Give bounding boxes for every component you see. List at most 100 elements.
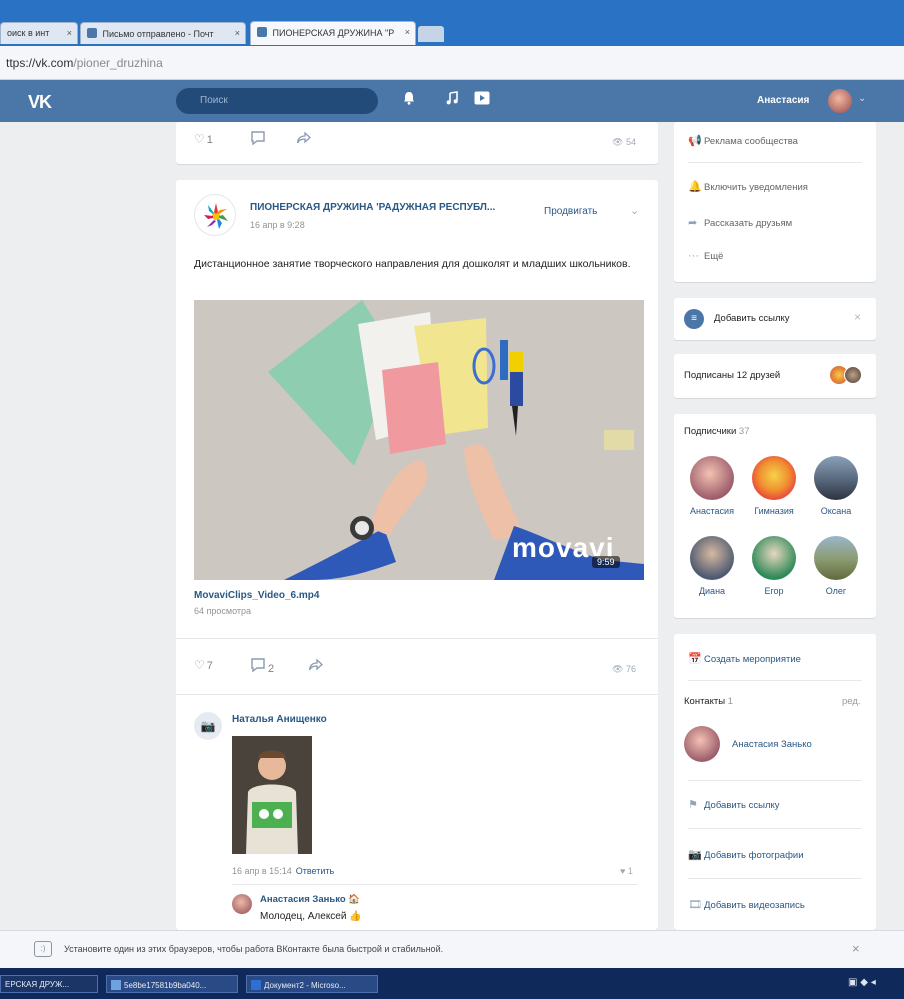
- user-avatar[interactable]: [828, 89, 852, 113]
- tab-mail[interactable]: Письмо отправлено - Почт ×: [80, 22, 246, 44]
- user-name[interactable]: Анастасия: [757, 95, 809, 106]
- subscriber-item[interactable]: Анастасия: [684, 456, 740, 516]
- comment-date[interactable]: 16 апр в 15:14: [232, 866, 292, 876]
- like-button[interactable]: ♡ 7: [194, 658, 213, 672]
- url-text[interactable]: ttps://vk.com/pioner_druzhina: [6, 56, 163, 70]
- comment-button[interactable]: 2: [250, 658, 274, 675]
- subscriber-avatar: [752, 456, 796, 500]
- subscriber-item[interactable]: Оксана: [808, 456, 864, 516]
- create-event-link[interactable]: 📅 Создать мероприятие: [688, 652, 801, 665]
- subscribers-title: Подписчики: [684, 426, 737, 437]
- camera-icon: 📷: [194, 712, 222, 740]
- edit-contacts-link[interactable]: ред.: [842, 696, 861, 707]
- add-photos-action[interactable]: 📷 Добавить фотографии: [688, 848, 804, 861]
- flag-icon: ⚑: [688, 799, 698, 811]
- community-ads-link[interactable]: 📢 Реклама сообщества: [688, 134, 798, 147]
- tab-label: Письмо отправлено - Почт: [102, 29, 214, 39]
- subscribers-header[interactable]: Подписчики 37: [684, 426, 749, 437]
- share-icon: ➦: [688, 217, 698, 229]
- taskbar-item-image[interactable]: 5e8be17581b9ba040...: [106, 975, 238, 993]
- vk-logo[interactable]: VK: [28, 92, 52, 113]
- taskbar-label: 5e8be17581b9ba040...: [124, 981, 207, 990]
- tab-close-icon[interactable]: ×: [235, 28, 240, 38]
- mail-favicon-icon: [87, 28, 97, 38]
- like-count: 1: [206, 134, 213, 146]
- music-icon[interactable]: [446, 91, 458, 109]
- comment-icon: [251, 658, 265, 673]
- video-title[interactable]: MovaviClips_Video_6.mp4: [194, 590, 319, 601]
- chevron-down-icon[interactable]: ⌄: [630, 204, 639, 217]
- like-button[interactable]: ♡ 1: [194, 132, 213, 146]
- share-icon[interactable]: [308, 658, 324, 675]
- vk-favicon-icon: [257, 27, 267, 37]
- more-link[interactable]: ··· Ещё: [688, 250, 723, 262]
- comment-icon[interactable]: [250, 131, 266, 148]
- video-player[interactable]: movavi 9:59: [194, 300, 644, 580]
- contact-avatar[interactable]: [684, 726, 720, 762]
- subscriber-avatar: [814, 536, 858, 580]
- new-tab-button[interactable]: [418, 26, 444, 42]
- prev-post-actions: ♡ 1 👁 54: [176, 122, 658, 164]
- divider: [688, 878, 862, 879]
- subscriber-item[interactable]: Диана: [684, 536, 740, 596]
- tab-vk-active[interactable]: ПИОНЕРСКАЯ ДРУЖИНА "Р ×: [250, 21, 416, 45]
- add-link-banner[interactable]: ≡ Добавить ссылку ×: [674, 298, 876, 340]
- subscriber-item[interactable]: Олег: [808, 536, 864, 596]
- label: Добавить фотографии: [704, 850, 804, 861]
- search-input[interactable]: Поиск: [176, 88, 378, 114]
- contact-name[interactable]: Анастасия Занько: [732, 739, 812, 750]
- subscriber-name: Гимназия: [754, 506, 794, 516]
- reply-avatar[interactable]: [232, 894, 252, 914]
- taskbar-item-browser[interactable]: ЕРСКАЯ ДРУЖ...: [0, 975, 98, 993]
- post-author[interactable]: ПИОНЕРСКАЯ ДРУЖИНА 'РАДУЖНАЯ РЕСПУБЛ...: [250, 202, 495, 213]
- views-value: 54: [625, 137, 636, 147]
- label: Реклама сообщества: [704, 136, 798, 147]
- thumbs-up-emoji-icon: 👍: [349, 911, 362, 922]
- chevron-down-icon[interactable]: ⌄: [858, 93, 866, 104]
- taskbar-item-word[interactable]: Документ2 - Microso...: [246, 975, 378, 993]
- divider: [688, 680, 862, 681]
- tell-friends-link[interactable]: ➦ Рассказать друзьям: [688, 216, 792, 229]
- share-icon[interactable]: [296, 131, 312, 148]
- image-file-icon: [111, 980, 121, 990]
- tab-close-icon[interactable]: ×: [67, 28, 72, 38]
- comment-like-button[interactable]: ♥ 1: [620, 866, 633, 876]
- video-play-icon[interactable]: [474, 91, 490, 109]
- url-path: /pioner_druzhina: [73, 56, 163, 70]
- bell-icon[interactable]: [403, 91, 415, 109]
- system-tray-icons[interactable]: ▣ ◆ ◂: [848, 977, 876, 988]
- megaphone-icon: 📢: [688, 135, 702, 147]
- promote-button[interactable]: Продвигать: [544, 206, 597, 217]
- browser-notice-bar: :) Установите один из этих браузеров, чт…: [0, 930, 904, 968]
- close-icon[interactable]: ×: [854, 310, 861, 324]
- label: Создать мероприятие: [704, 654, 801, 665]
- add-video-action[interactable]: 🎞 Добавить видеозапись: [688, 898, 805, 911]
- enable-notifications-link[interactable]: 🔔 Включить уведомления: [688, 180, 808, 193]
- friends-subscribed-label: Подписаны 12 друзей: [684, 370, 781, 381]
- divider: [176, 638, 658, 639]
- subscriber-name: Диана: [698, 586, 726, 596]
- divider: [688, 780, 862, 781]
- friends-subscribed-card[interactable]: Подписаны 12 друзей: [674, 354, 876, 398]
- post-date[interactable]: 16 апр в 9:28: [250, 220, 305, 230]
- comment-meta: 16 апр в 15:14 Ответить: [232, 866, 334, 876]
- label: Включить уведомления: [704, 182, 808, 193]
- comment-author[interactable]: Наталья Анищенко: [232, 714, 327, 725]
- reply-link[interactable]: Ответить: [296, 866, 334, 876]
- subscriber-item[interactable]: Егор: [746, 536, 802, 596]
- community-avatar[interactable]: [194, 194, 236, 236]
- subscriber-item[interactable]: Гимназия: [746, 456, 802, 516]
- tab-search[interactable]: оиск в инт ×: [0, 22, 78, 44]
- divider: [176, 694, 658, 695]
- address-bar[interactable]: ttps://vk.com/pioner_druzhina: [0, 46, 904, 80]
- add-link-action[interactable]: ⚑ Добавить ссылку: [688, 798, 780, 811]
- tab-close-icon[interactable]: ×: [405, 27, 410, 37]
- close-icon[interactable]: ×: [852, 941, 860, 956]
- page-content: ♡ 1 👁 54 ПИОНЕРСКАЯ ДРУЖИНА 'РАДУЖНАЯ РЕС…: [0, 122, 904, 930]
- reply-author[interactable]: Анастасия Занько 🏠: [260, 894, 360, 905]
- subscriber-avatar: [690, 456, 734, 500]
- contacts-header[interactable]: Контакты 1: [684, 696, 733, 707]
- comment-photo[interactable]: [232, 736, 312, 854]
- label: Рассказать друзьям: [704, 218, 793, 229]
- views-value: 76: [625, 664, 636, 674]
